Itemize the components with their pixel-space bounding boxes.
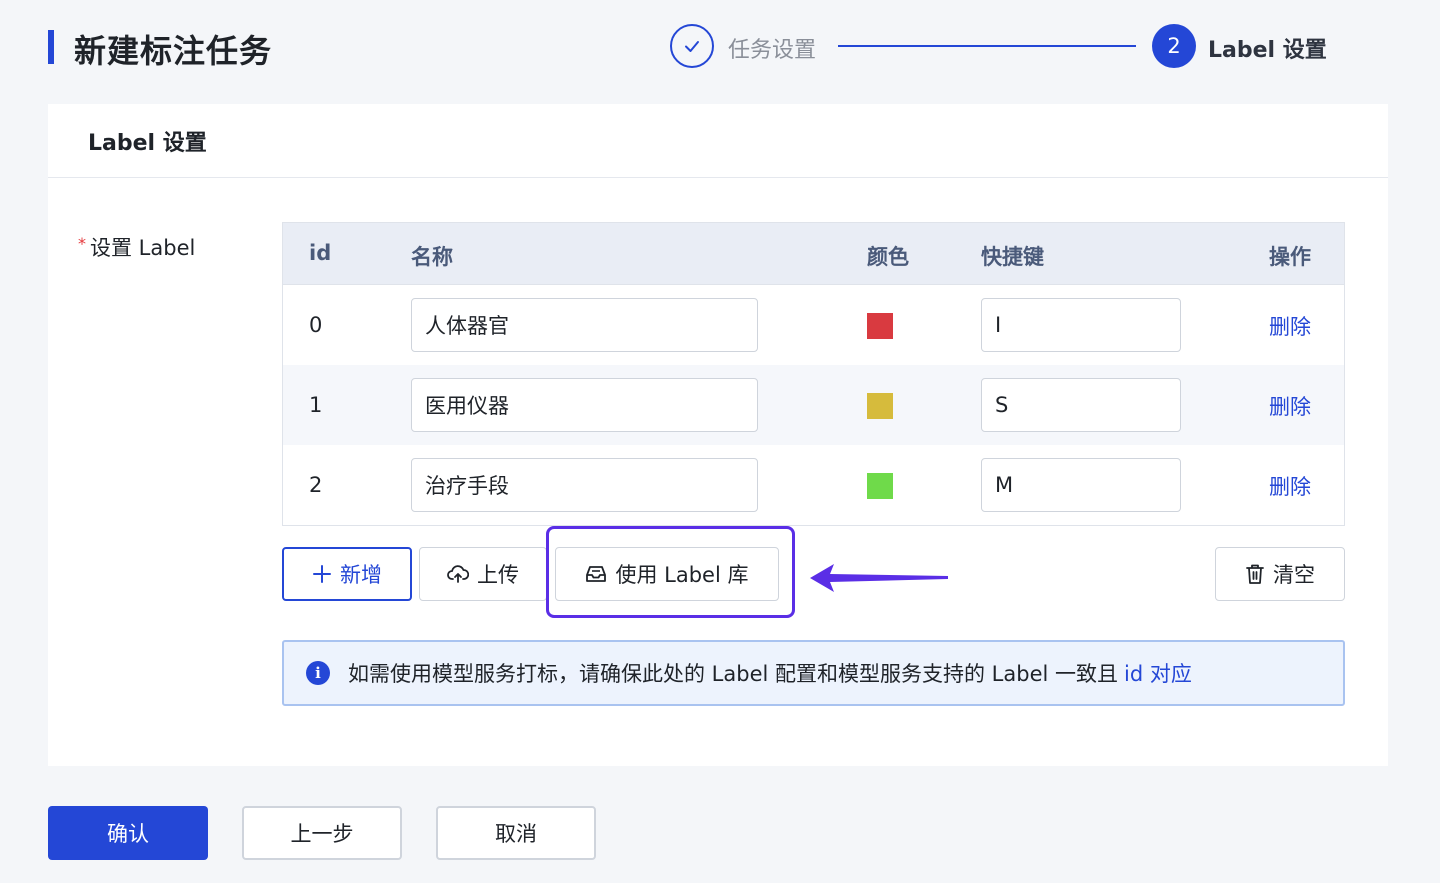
delete-link[interactable]: 删除 [1269, 391, 1311, 421]
clear-button[interactable]: 清空 [1215, 547, 1345, 601]
shortcut-input[interactable]: I [981, 298, 1181, 352]
highlight-annotation-box [546, 526, 795, 618]
header-name: 名称 [411, 245, 453, 269]
info-alert-link[interactable]: id 对应 [1124, 662, 1192, 686]
step-connector [838, 45, 1136, 47]
trash-icon [1245, 563, 1265, 585]
shortcut-input[interactable]: S [981, 378, 1181, 432]
upload-button[interactable]: 上传 [419, 547, 547, 601]
label-name-input[interactable]: 人体器官 [411, 298, 758, 352]
page-title: 新建标注任务 [74, 32, 273, 70]
info-alert: i 如需使用模型服务打标，请确保此处的 Label 配置和模型服务支持的 Lab… [282, 640, 1345, 706]
step-2-label: Label 设置 [1208, 38, 1327, 63]
plus-icon [312, 564, 332, 584]
header-id: id [309, 241, 332, 265]
row-id: 1 [309, 393, 323, 417]
info-icon: i [306, 661, 330, 685]
step-1-label: 任务设置 [728, 38, 817, 63]
prev-step-button[interactable]: 上一步 [242, 806, 402, 860]
add-label-text: 新增 [340, 563, 382, 587]
table-row: 2 治疗手段 M 删除 [283, 445, 1344, 525]
required-mark: * [78, 234, 86, 253]
table-row: 1 医用仪器 S 删除 [283, 365, 1344, 445]
add-label-button[interactable]: 新增 [282, 547, 412, 601]
upload-text: 上传 [477, 563, 519, 587]
confirm-button[interactable]: 确认 [48, 806, 208, 860]
delete-link[interactable]: 删除 [1269, 471, 1311, 501]
table-header: id 名称 颜色 快捷键 操作 [283, 223, 1344, 285]
color-swatch[interactable] [867, 393, 893, 419]
arrow-annotation-icon [808, 558, 950, 602]
header-shortcut: 快捷键 [981, 245, 1044, 269]
card-title: Label 设置 [88, 130, 207, 156]
color-swatch[interactable] [867, 473, 893, 499]
table-row: 0 人体器官 I 删除 [283, 285, 1344, 365]
row-id: 0 [309, 313, 323, 337]
clear-text: 清空 [1273, 563, 1315, 587]
info-alert-text: 如需使用模型服务打标，请确保此处的 Label 配置和模型服务支持的 Label… [348, 658, 1192, 688]
label-settings-card: Label 设置 * 设置 Label id 名称 颜色 快捷键 操作 0 人体器… [48, 104, 1388, 766]
label-name-input[interactable]: 治疗手段 [411, 458, 758, 512]
cancel-button[interactable]: 取消 [436, 806, 596, 860]
info-alert-message: 如需使用模型服务打标，请确保此处的 Label 配置和模型服务支持的 Label… [348, 662, 1119, 686]
card-header: Label 设置 [48, 104, 1388, 178]
field-label: * 设置 Label [78, 232, 195, 262]
shortcut-input[interactable]: M [981, 458, 1181, 512]
field-label-text: 设置 Label [90, 236, 196, 260]
label-name-input[interactable]: 医用仪器 [411, 378, 758, 432]
step-2-number: 2 [1152, 24, 1196, 68]
delete-link[interactable]: 删除 [1269, 311, 1311, 341]
label-table: id 名称 颜色 快捷键 操作 0 人体器官 I 删除 1 医用仪器 S 删除 … [282, 222, 1345, 526]
row-id: 2 [309, 473, 323, 497]
title-accent-bar [48, 30, 54, 64]
color-swatch[interactable] [867, 313, 893, 339]
header-color: 颜色 [867, 245, 909, 269]
step-done-check-icon [670, 24, 714, 68]
cloud-upload-icon [447, 564, 469, 584]
header-action: 操作 [1269, 245, 1311, 269]
